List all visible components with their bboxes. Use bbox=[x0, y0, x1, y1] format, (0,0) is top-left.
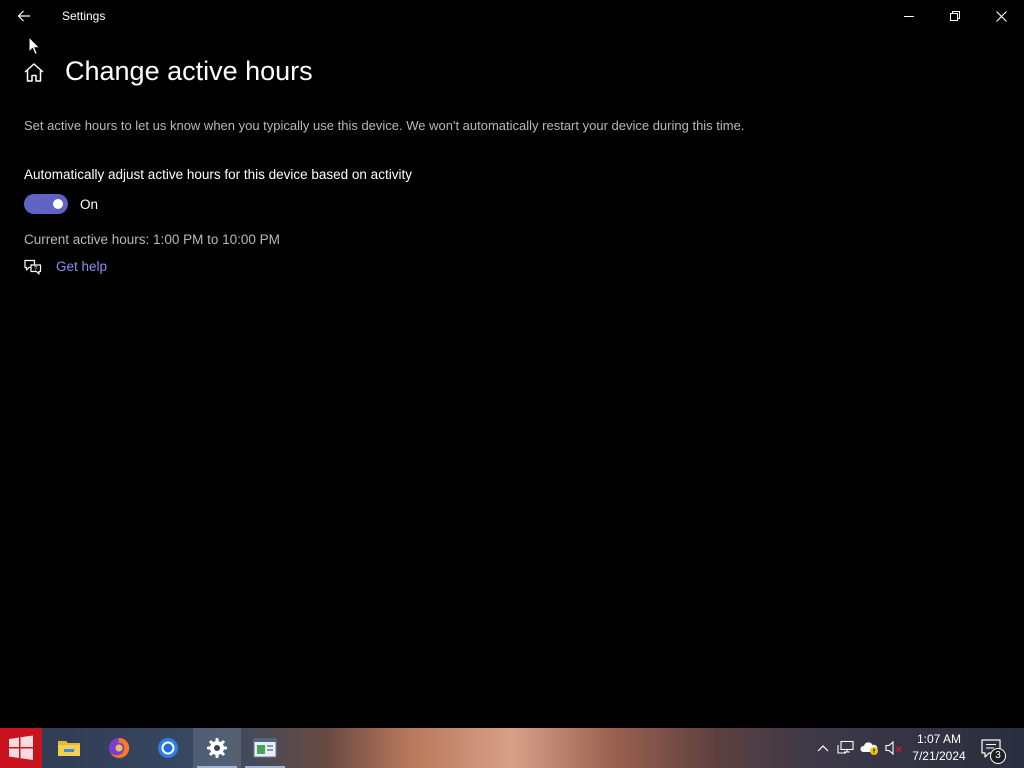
restore-button[interactable] bbox=[932, 0, 978, 32]
close-icon bbox=[995, 10, 1007, 22]
taskbar bbox=[0, 728, 1024, 768]
taskbar-app-window[interactable] bbox=[241, 728, 289, 768]
auto-adjust-toggle[interactable] bbox=[24, 194, 68, 214]
current-active-hours: Current active hours: 1:00 PM to 10:00 P… bbox=[24, 232, 280, 247]
taskbar-settings[interactable] bbox=[193, 728, 241, 768]
volume-tray-icon[interactable] bbox=[884, 738, 904, 758]
chrome-icon bbox=[158, 738, 178, 758]
svg-text:?: ? bbox=[34, 265, 38, 272]
firefox-icon bbox=[109, 737, 130, 758]
folder-icon bbox=[58, 741, 80, 756]
taskbar-clock[interactable]: 1:07 AM 7/21/2024 bbox=[906, 731, 972, 765]
get-help-link[interactable]: Get help bbox=[56, 259, 107, 274]
gear-icon bbox=[207, 738, 227, 758]
toggle-knob bbox=[53, 199, 63, 209]
page-description: Set active hours to let us know when you… bbox=[24, 118, 745, 133]
taskbar-file-explorer[interactable] bbox=[45, 728, 93, 768]
taskbar-chrome[interactable] bbox=[144, 728, 192, 768]
window-app-icon bbox=[253, 738, 277, 758]
onedrive-tray-icon[interactable] bbox=[860, 738, 880, 758]
home-icon[interactable] bbox=[22, 61, 46, 85]
minimize-icon bbox=[904, 16, 914, 17]
minimize-button[interactable] bbox=[886, 0, 932, 32]
toggle-state-label: On bbox=[80, 197, 99, 212]
page-title: Change active hours bbox=[65, 56, 313, 86]
cloud-warning-icon bbox=[860, 742, 878, 755]
title-bar: Settings bbox=[0, 0, 1024, 32]
settings-window: Settings Change active hours Set active … bbox=[0, 0, 1024, 728]
back-arrow-icon bbox=[17, 10, 30, 22]
action-center-button[interactable]: 3 bbox=[980, 738, 1008, 764]
network-icon bbox=[837, 740, 854, 754]
window-title: Settings bbox=[62, 9, 106, 23]
close-button[interactable] bbox=[978, 0, 1024, 32]
start-button[interactable] bbox=[0, 728, 42, 768]
restore-icon bbox=[950, 11, 960, 21]
windows-logo-icon bbox=[9, 735, 33, 760]
clock-date: 7/21/2024 bbox=[912, 749, 966, 763]
chevron-up-icon bbox=[817, 745, 829, 752]
clock-time: 1:07 AM bbox=[916, 732, 962, 746]
taskbar-firefox[interactable] bbox=[95, 728, 143, 768]
network-tray-icon[interactable] bbox=[836, 738, 856, 758]
volume-muted-icon bbox=[885, 740, 902, 756]
auto-adjust-label: Automatically adjust active hours for th… bbox=[24, 167, 412, 182]
mouse-cursor-icon bbox=[28, 36, 41, 56]
show-hidden-icons-button[interactable] bbox=[813, 738, 833, 758]
back-button[interactable] bbox=[8, 4, 40, 28]
notification-count-badge: 3 bbox=[990, 748, 1006, 764]
help-chat-icon: ? bbox=[24, 259, 42, 275]
